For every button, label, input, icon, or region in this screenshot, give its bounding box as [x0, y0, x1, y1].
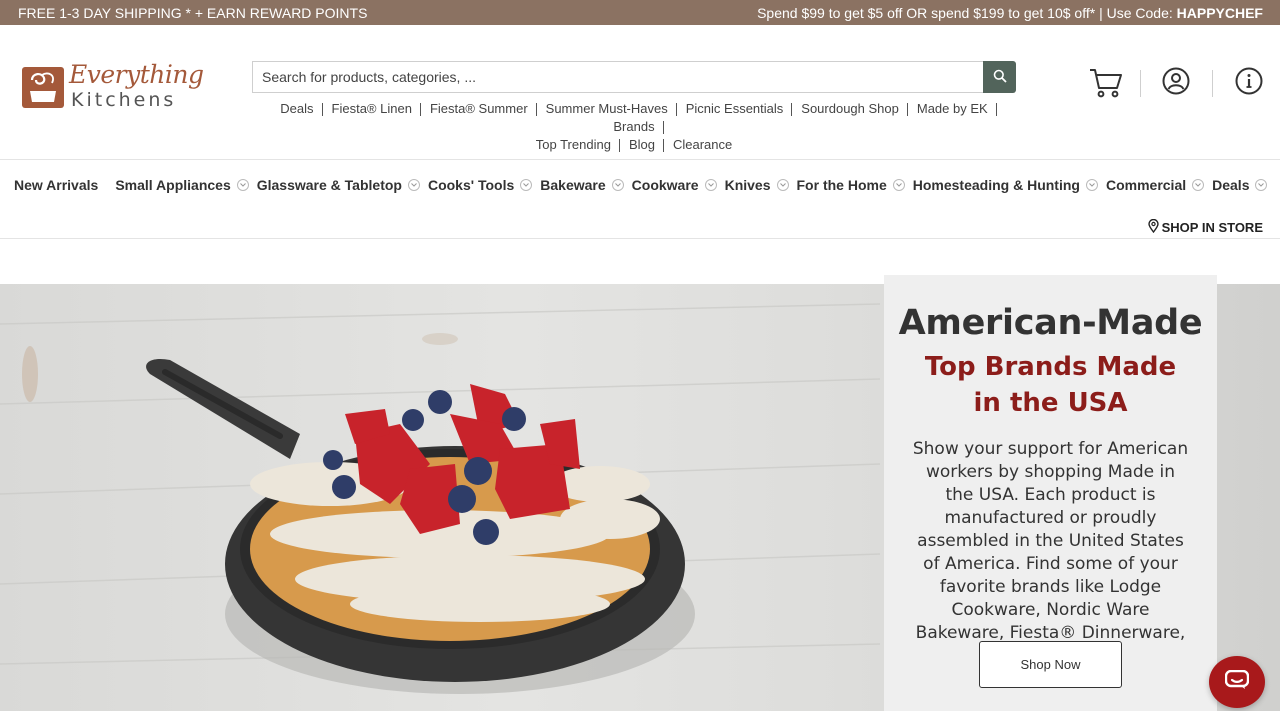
category-label: Cookware	[631, 177, 699, 193]
chevron-down-icon[interactable]	[704, 179, 717, 191]
hero-body: Show your support for American workers b…	[912, 439, 1189, 666]
quick-link-deals[interactable]: Deals	[271, 100, 323, 118]
chevron-down-icon[interactable]	[892, 179, 905, 191]
chevron-down-icon[interactable]	[520, 179, 533, 191]
category-label: Cooks' Tools	[427, 177, 515, 193]
chevron-down-icon[interactable]	[1192, 179, 1205, 191]
category-nav: New Arrivals Small Appliances Glassware …	[0, 160, 1280, 239]
chevron-down-icon[interactable]	[1085, 179, 1098, 191]
chat-button[interactable]	[1209, 656, 1265, 708]
shop-now-button[interactable]: Shop Now	[979, 641, 1122, 688]
category-homesteading-hunting[interactable]: Homesteading & Hunting	[913, 177, 1098, 193]
category-knives[interactable]: Knives	[725, 177, 789, 193]
header-divider	[1212, 70, 1213, 97]
logo-mark-icon	[22, 67, 64, 108]
map-pin-icon	[1147, 218, 1162, 236]
chevron-down-icon[interactable]	[776, 179, 789, 191]
category-label: Commercial	[1105, 177, 1187, 193]
category-label: Glassware & Tabletop	[256, 177, 402, 193]
category-label: Deals	[1212, 177, 1250, 193]
shop-in-store-label: SHOP IN STORE	[1161, 220, 1263, 235]
quick-link-fiesta-summer[interactable]: Fiesta® Summer	[421, 100, 537, 118]
category-label: Knives	[724, 177, 771, 193]
category-label: Bakeware	[540, 177, 606, 193]
category-label: Homesteading & Hunting	[912, 177, 1080, 193]
promo-right-text: Spend $99 to get $5 off OR spend $199 to…	[757, 5, 1263, 21]
quick-link-summer-must-haves[interactable]: Summer Must-Haves	[537, 100, 677, 118]
user-icon[interactable]	[1162, 67, 1190, 95]
category-new-arrivals[interactable]: New Arrivals	[14, 177, 98, 193]
info-icon[interactable]	[1235, 67, 1263, 95]
category-for-the-home[interactable]: For the Home	[797, 177, 905, 193]
chevron-down-icon[interactable]	[611, 179, 624, 191]
category-bakeware[interactable]: Bakeware	[540, 177, 624, 193]
chat-icon	[1224, 669, 1250, 695]
promo-code: HAPPYCHEF	[1176, 4, 1263, 21]
promo-left-text: FREE 1-3 DAY SHIPPING * + EARN REWARD PO…	[18, 4, 368, 21]
category-label: New Arrivals	[14, 177, 99, 193]
logo[interactable]: Everything Kitchens	[22, 60, 204, 112]
hero-subtitle: Top Brands Made in the USA	[924, 352, 1177, 418]
shop-in-store-link[interactable]: SHOP IN STORE	[1147, 218, 1263, 236]
chevron-down-icon[interactable]	[407, 179, 420, 191]
quick-link-clearance[interactable]: Clearance	[664, 136, 741, 154]
chevron-down-icon[interactable]	[1255, 179, 1268, 191]
logo-text-line2: Kitchens	[71, 89, 177, 111]
category-deals[interactable]: Deals	[1212, 177, 1268, 193]
search-input[interactable]	[252, 61, 983, 93]
quick-link-top-trending[interactable]: Top Trending	[527, 136, 621, 154]
quick-link-brands[interactable]: Brands	[604, 118, 664, 136]
chevron-down-icon[interactable]	[236, 179, 249, 191]
hero-title: American-Made	[898, 303, 1203, 343]
site-header: Everything Kitchens DealsFiesta® LinenFi…	[0, 25, 1280, 160]
category-glassware-tabletop[interactable]: Glassware & Tabletop	[257, 177, 420, 193]
promo-bar: FREE 1-3 DAY SHIPPING * + EARN REWARD PO…	[0, 0, 1280, 25]
quick-link-blog[interactable]: Blog	[620, 136, 664, 154]
cart-icon[interactable]	[1089, 67, 1123, 99]
category-list: New Arrivals Small Appliances Glassware …	[14, 177, 1275, 193]
search-button[interactable]	[983, 61, 1016, 93]
logo-text-line1: Everything	[69, 60, 204, 89]
category-cookware[interactable]: Cookware	[632, 177, 717, 193]
quick-link-picnic-essentials[interactable]: Picnic Essentials	[677, 100, 793, 118]
hero-card: American-Made Top Brands Made in the USA…	[884, 275, 1217, 711]
category-cooks-tools[interactable]: Cooks' Tools	[427, 177, 533, 193]
category-label: Small Appliances	[115, 177, 231, 193]
quick-link-sourdough-shop[interactable]: Sourdough Shop	[792, 100, 908, 118]
category-small-appliances[interactable]: Small Appliances	[115, 177, 249, 193]
search-bar	[252, 61, 1016, 93]
promo-offer-text: Spend $99 to get $5 off OR spend $199 to…	[757, 4, 1177, 21]
header-divider	[1140, 70, 1141, 97]
category-commercial[interactable]: Commercial	[1105, 177, 1205, 193]
quick-links: Deals Fiesta® Linen Fiesta® Summer Summer M…	[252, 100, 1016, 154]
quick-link-made-by-ek[interactable]: Made by EK	[908, 100, 997, 118]
quick-link-fiesta-linen[interactable]: Fiesta® Linen	[323, 100, 422, 118]
category-label: For the Home	[796, 177, 887, 193]
search-icon	[993, 69, 1007, 86]
